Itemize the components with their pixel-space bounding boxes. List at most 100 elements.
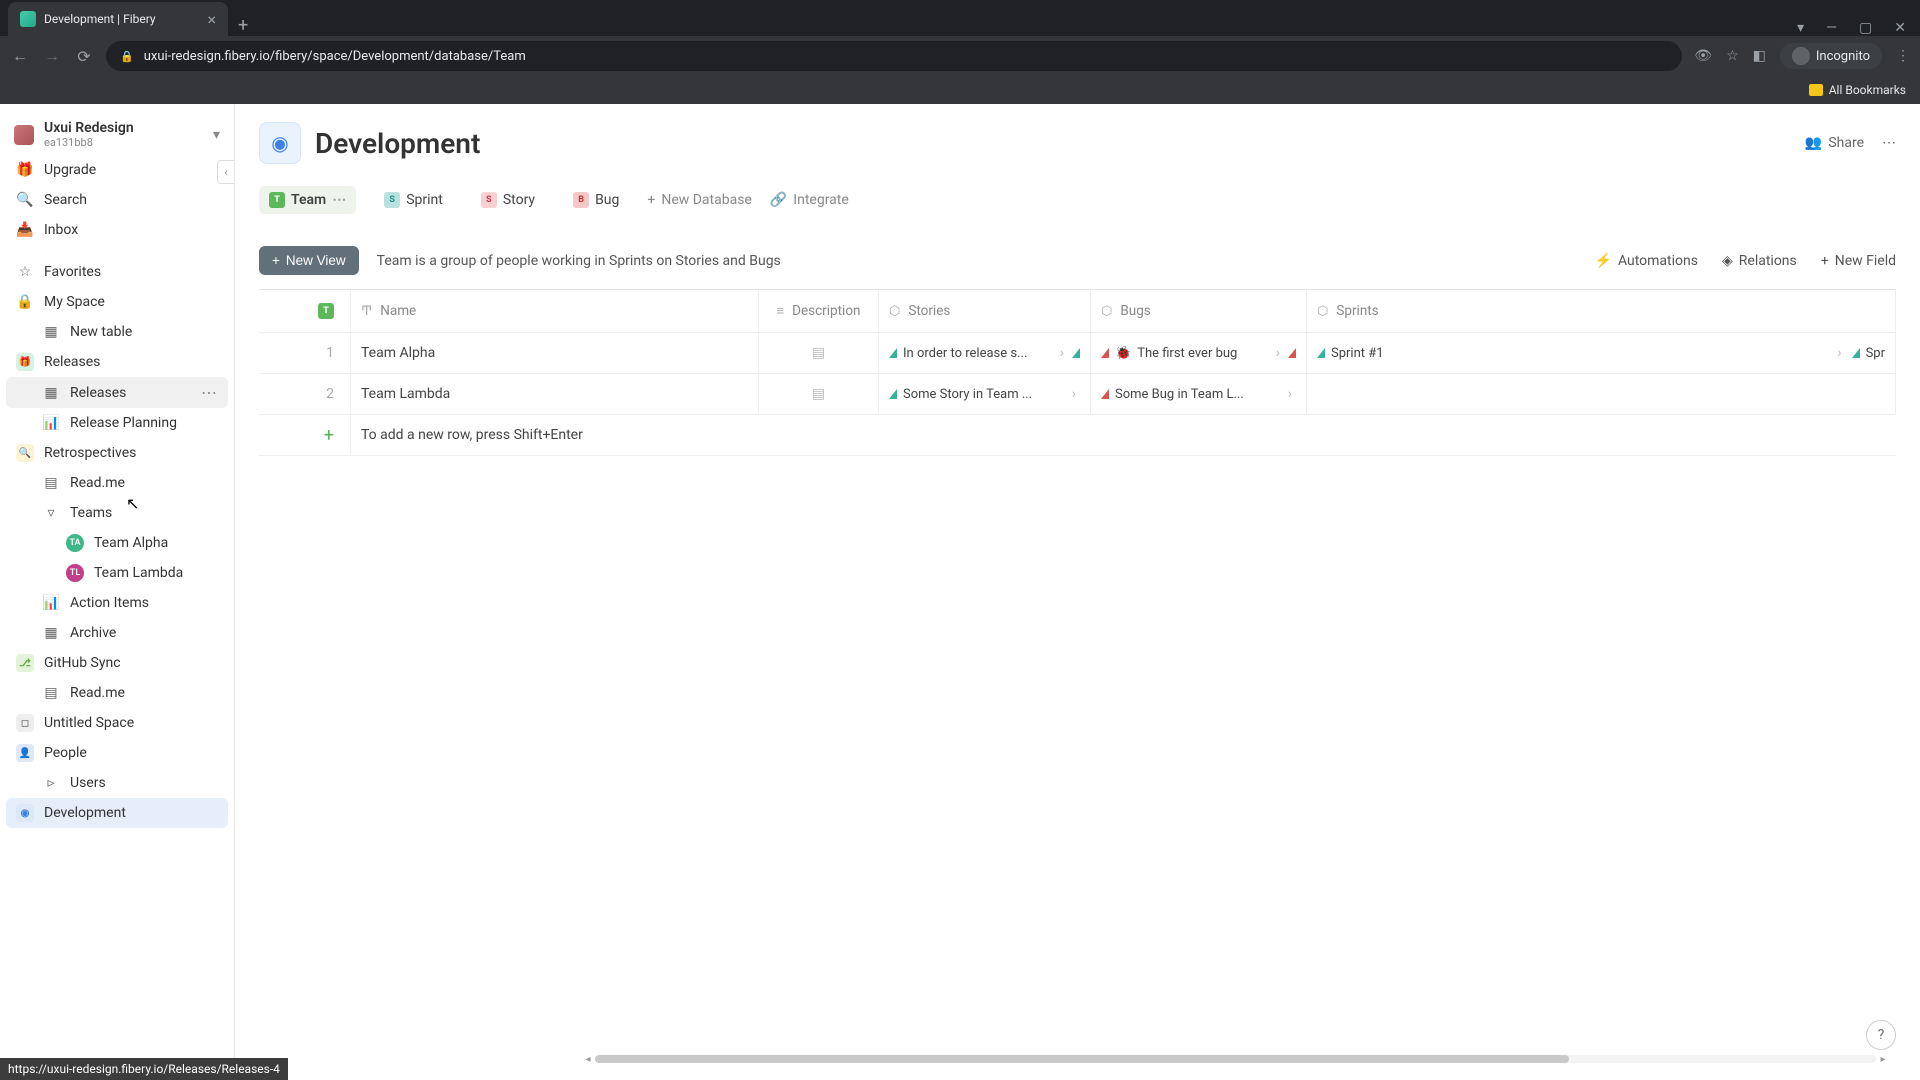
cell-bugs[interactable]: 🐞The first ever bug › — [1091, 333, 1307, 373]
new-row[interactable]: + To add a new row, press Shift+Enter — [259, 415, 1896, 456]
sidebar-item-inbox[interactable]: 📥 Inbox — [6, 215, 228, 245]
panel-icon[interactable]: ◧ — [1753, 48, 1766, 64]
automations-button[interactable]: ⚡Automations — [1595, 253, 1698, 269]
sidebar-item-development[interactable]: ◉Development — [6, 798, 228, 828]
chip-label: In order to release s... — [903, 346, 1027, 361]
chevron-down-icon[interactable]: ▾ — [1797, 20, 1804, 36]
sidebar-item-search[interactable]: 🔍Search — [6, 185, 228, 215]
close-tab-icon[interactable]: × — [207, 10, 216, 29]
chevron-down-icon: ▿ — [42, 504, 60, 522]
sidebar-item-favorites[interactable]: ☆Favorites — [6, 257, 228, 287]
db-tab-bug[interactable]: BBug — [563, 186, 629, 214]
scroll-thumb[interactable] — [595, 1055, 1569, 1063]
space-icon: 👤 — [16, 744, 34, 762]
new-view-button[interactable]: +New View — [259, 246, 359, 275]
minimize-icon[interactable]: — — [1826, 20, 1837, 36]
db-tab-story[interactable]: SStory — [471, 186, 545, 214]
page-more-button[interactable]: ⋯ — [1882, 135, 1896, 151]
more-icon[interactable]: ⋯ — [201, 383, 218, 402]
sidebar-item-users[interactable]: ▹Users — [6, 768, 228, 798]
cell-sprints[interactable]: Sprint #1 › Spr — [1307, 333, 1896, 373]
add-row-icon[interactable]: + — [259, 415, 351, 455]
sidebar-item-readme[interactable]: ▤Read.me — [6, 468, 228, 498]
sidebar-label: New table — [70, 324, 132, 340]
back-icon[interactable]: ← — [10, 46, 30, 66]
new-field-button[interactable]: +New Field — [1821, 253, 1896, 269]
cell-description[interactable]: ▤ — [759, 333, 879, 373]
page-title[interactable]: Development — [315, 127, 480, 160]
sidebar-item-retrospectives[interactable]: 🔍Retrospectives — [6, 438, 228, 468]
maximize-icon[interactable]: ▢ — [1859, 20, 1872, 36]
cell-stories[interactable]: In order to release s... › — [879, 333, 1091, 373]
table-row[interactable]: 1 Team Alpha ▤ In order to release s... … — [259, 333, 1896, 374]
col-sprints[interactable]: ⬡Sprints — [1307, 290, 1896, 332]
cell-description[interactable]: ▤ — [759, 374, 879, 414]
db-chip-icon: T — [318, 303, 334, 319]
share-button[interactable]: 👥Share — [1805, 135, 1864, 151]
close-window-icon[interactable]: ✕ — [1894, 20, 1906, 36]
integrate-button[interactable]: 🔗Integrate — [770, 192, 849, 208]
chevron-right-icon[interactable]: › — [1056, 345, 1068, 361]
page-icon[interactable]: ◉ — [259, 122, 301, 164]
triangle-icon — [1852, 348, 1860, 358]
all-bookmarks-button[interactable]: All Bookmarks — [1829, 83, 1906, 97]
sidebar-item-teams-folder[interactable]: ▿Teams — [6, 498, 228, 528]
sidebar-item-archive[interactable]: ▦Archive — [6, 618, 228, 648]
paragraph-icon: ≡ — [777, 303, 785, 319]
sidebar-item-release-planning[interactable]: 📊Release Planning — [6, 408, 228, 438]
forward-icon[interactable]: → — [42, 46, 62, 66]
sidebar-item-upgrade[interactable]: 🎁Upgrade — [6, 155, 228, 185]
inbox-icon: 📥 — [16, 221, 34, 239]
col-name[interactable]: ͲName — [351, 290, 759, 332]
browser-tab[interactable]: Development | Fibery × — [8, 2, 228, 36]
sidebar-item-new-table[interactable]: ▦New table — [6, 317, 228, 347]
sidebar-item-team-alpha[interactable]: TATeam Alpha — [6, 528, 228, 558]
horizontal-scrollbar[interactable]: ◂ ▸ — [581, 1054, 1890, 1064]
sidebar-item-my-space[interactable]: 🔒My Space — [6, 287, 228, 317]
new-tab-button[interactable]: + — [228, 15, 258, 36]
col-description[interactable]: ≡Description — [759, 290, 879, 332]
sidebar-item-releases-space[interactable]: 🎁Releases — [6, 347, 228, 377]
table-icon: ▦ — [42, 624, 60, 642]
workspace-switcher[interactable]: Uxui Redesign ea131bb8 ▾ — [6, 114, 228, 155]
cell-name[interactable]: Team Lambda — [351, 374, 759, 414]
bookmark-star-icon[interactable]: ☆ — [1726, 48, 1739, 64]
sidebar-item-releases-view[interactable]: ▦ Releases ⋯ — [6, 377, 228, 408]
scroll-right-icon[interactable]: ▸ — [1876, 1054, 1890, 1065]
cell-stories[interactable]: Some Story in Team ... › — [879, 374, 1091, 414]
eye-off-icon[interactable]: 👁 — [1694, 48, 1712, 64]
address-bar[interactable]: 🔒 uxui-redesign.fibery.io/fibery/space/D… — [106, 41, 1682, 71]
help-button[interactable]: ? — [1866, 1020, 1896, 1050]
incognito-badge[interactable]: Incognito — [1780, 43, 1882, 69]
db-tab-team[interactable]: TTeam ⋯ — [259, 186, 356, 214]
cell-name[interactable]: Team Alpha — [351, 333, 759, 373]
sidebar-item-github-sync[interactable]: ⎇GitHub Sync — [6, 648, 228, 678]
scroll-track[interactable] — [595, 1055, 1876, 1063]
sidebar-item-untitled-space[interactable]: ◻Untitled Space — [6, 708, 228, 738]
triangle-icon — [889, 348, 897, 358]
sidebar-label: Read.me — [70, 685, 125, 701]
chevron-right-icon[interactable]: › — [1833, 345, 1845, 361]
new-database-button[interactable]: +New Database — [647, 192, 751, 208]
cell-bugs[interactable]: Some Bug in Team L... › — [1091, 374, 1307, 414]
table-row[interactable]: 2 Team Lambda ▤ Some Story in Team ... ›… — [259, 374, 1896, 415]
reload-icon[interactable]: ⟳ — [74, 47, 94, 66]
chevron-right-icon[interactable]: › — [1284, 386, 1296, 402]
db-tab-sprint[interactable]: SSprint — [374, 186, 453, 214]
chevron-right-icon[interactable]: › — [1272, 345, 1284, 361]
chevron-right-icon[interactable]: › — [1068, 386, 1080, 402]
more-icon[interactable]: ⋯ — [332, 192, 346, 208]
sidebar-label: Inbox — [44, 222, 78, 238]
scroll-left-icon[interactable]: ◂ — [581, 1054, 595, 1065]
cell-sprints[interactable] — [1307, 374, 1896, 414]
sidebar-item-action-items[interactable]: 📊Action Items — [6, 588, 228, 618]
sidebar-item-team-lambda[interactable]: TLTeam Lambda — [6, 558, 228, 588]
col-stories[interactable]: ⬡Stories — [879, 290, 1091, 332]
col-index[interactable]: T — [259, 290, 351, 332]
kebab-menu-icon[interactable]: ⋮ — [1896, 48, 1910, 64]
sidebar-item-readme-2[interactable]: ▤Read.me — [6, 678, 228, 708]
relations-button[interactable]: ◈Relations — [1722, 253, 1797, 269]
col-bugs[interactable]: ⬡Bugs — [1091, 290, 1307, 332]
chevron-down-icon[interactable]: ▾ — [213, 127, 220, 143]
sidebar-item-people[interactable]: 👤People — [6, 738, 228, 768]
